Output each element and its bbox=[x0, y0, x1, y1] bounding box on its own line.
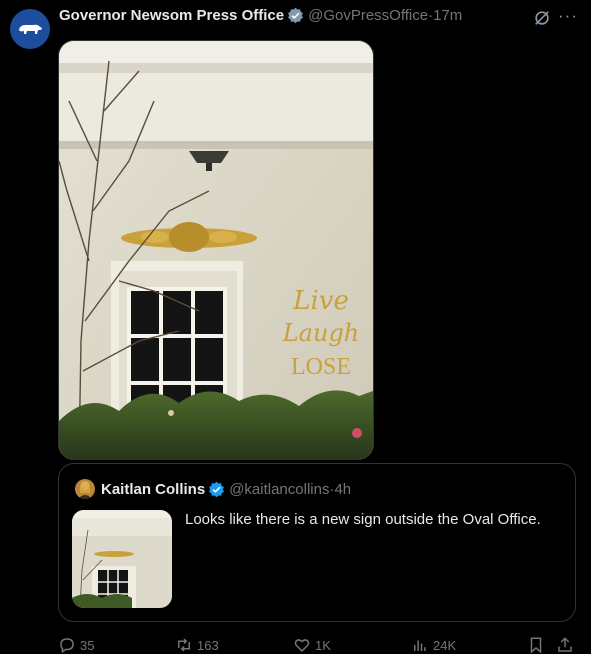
post-header: Governor Newsom Press Office @GovPressOf… bbox=[59, 7, 462, 24]
repost-icon bbox=[178, 638, 190, 652]
quoted-post-header: Kaitlan Collins @kaitlancollins · 4h bbox=[75, 479, 351, 499]
bookmark-button[interactable] bbox=[527, 636, 549, 654]
post-time[interactable]: 17m bbox=[433, 7, 462, 24]
author-name[interactable]: Governor Newsom Press Office bbox=[59, 7, 284, 24]
quoted-author-handle[interactable]: @kaitlancollins bbox=[229, 481, 329, 498]
post-photo[interactable]: Live Laugh LOSE bbox=[58, 40, 374, 460]
quoted-author-name[interactable]: Kaitlan Collins bbox=[101, 481, 205, 498]
reply-count: 35 bbox=[80, 637, 95, 653]
sign-line-lose: LOSE bbox=[291, 354, 351, 380]
sign-line-live: Live bbox=[292, 286, 349, 316]
author-handle[interactable]: @GovPressOffice bbox=[308, 7, 428, 24]
author-avatar[interactable] bbox=[10, 9, 50, 49]
heart-icon bbox=[294, 639, 310, 653]
views-button[interactable]: 24K bbox=[411, 636, 456, 654]
grok-icon[interactable] bbox=[533, 9, 551, 27]
repost-button[interactable]: 163 bbox=[175, 636, 219, 654]
more-options-icon[interactable]: ··· bbox=[558, 6, 578, 26]
like-button[interactable]: 1K bbox=[293, 636, 331, 654]
action-bar: 35 163 1K 24K bbox=[58, 634, 578, 654]
share-icon bbox=[558, 637, 572, 652]
bear-icon bbox=[19, 24, 42, 34]
photo-scene: Live Laugh LOSE bbox=[59, 41, 373, 459]
sign-line-laugh: Laugh bbox=[282, 319, 360, 347]
bookmark-icon bbox=[530, 637, 542, 654]
quoted-post[interactable]: Kaitlan Collins @kaitlancollins · 4h Loo… bbox=[58, 463, 576, 622]
reply-button[interactable]: 35 bbox=[58, 636, 94, 654]
like-count: 1K bbox=[315, 637, 331, 653]
verified-badge-icon bbox=[209, 481, 225, 497]
quoted-post-time[interactable]: 4h bbox=[334, 481, 351, 498]
share-button[interactable] bbox=[556, 636, 578, 654]
quoted-post-text: Looks like there is a new sign outside t… bbox=[185, 511, 541, 528]
verified-badge-icon bbox=[288, 7, 304, 24]
views-count: 24K bbox=[433, 637, 457, 653]
repost-count: 163 bbox=[197, 637, 219, 653]
quoted-author-avatar[interactable] bbox=[75, 479, 95, 499]
quoted-post-thumbnail[interactable] bbox=[72, 510, 172, 608]
reply-icon bbox=[60, 638, 74, 654]
analytics-icon bbox=[414, 640, 426, 651]
